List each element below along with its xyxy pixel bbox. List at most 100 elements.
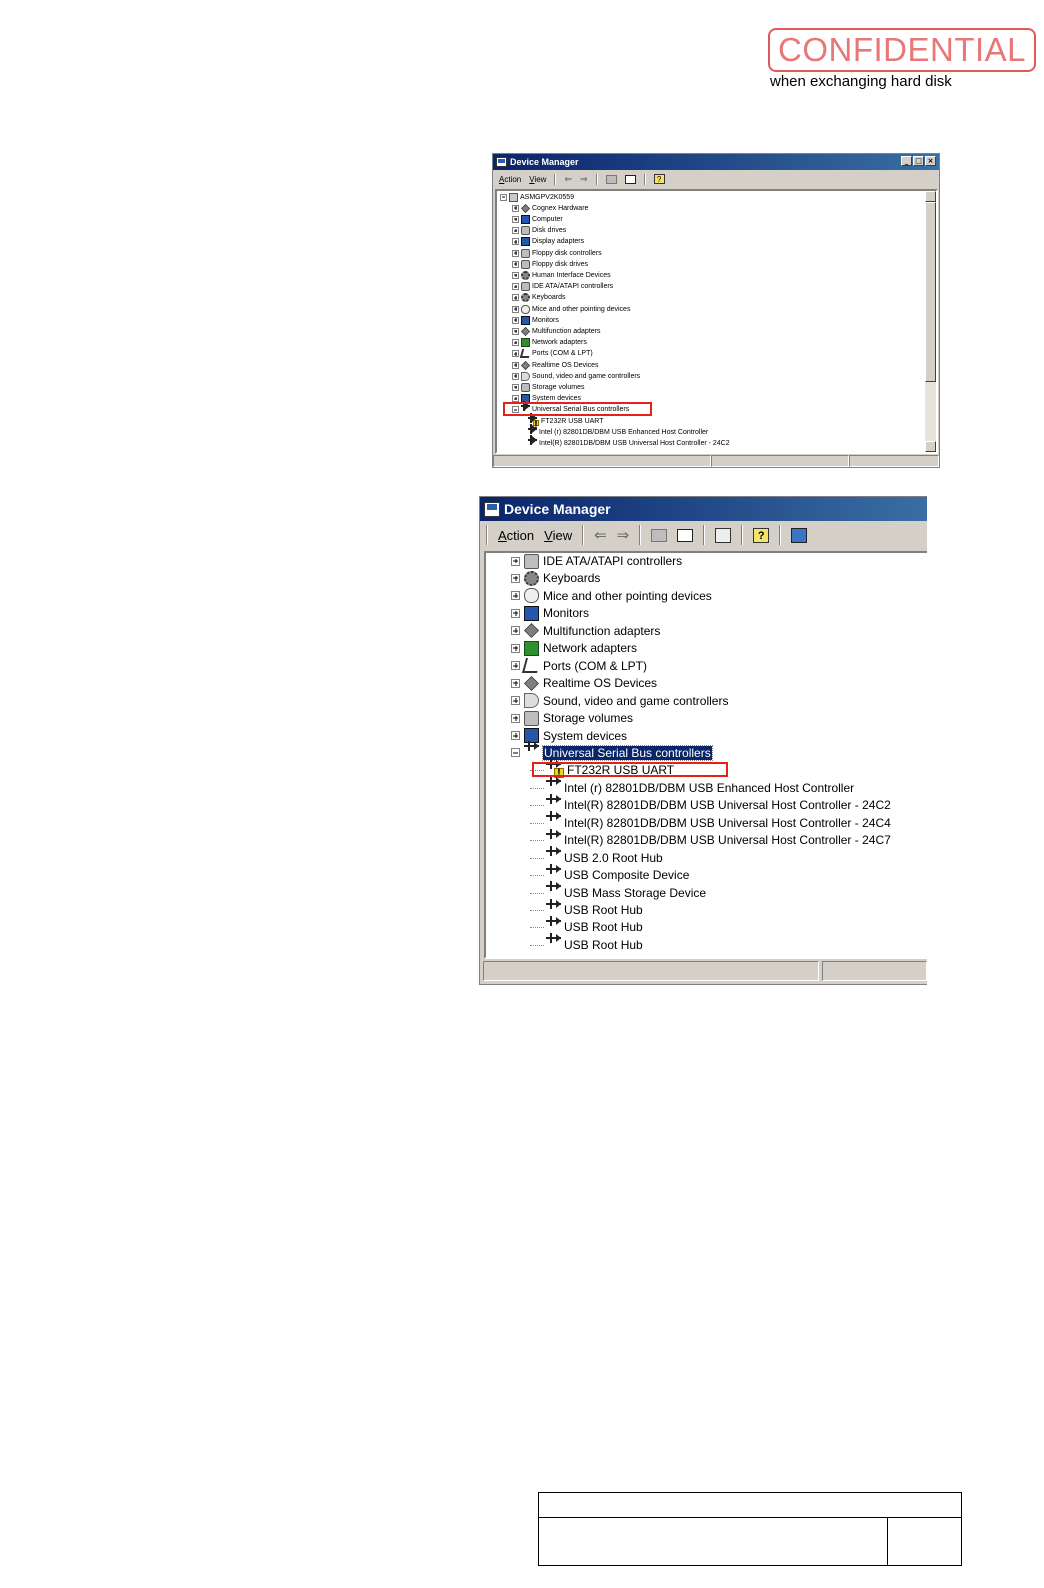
close-button[interactable]: × <box>925 156 936 166</box>
expand-icon[interactable] <box>512 327 519 335</box>
expand-icon[interactable] <box>512 227 519 235</box>
tree-item-display-adapters[interactable]: Display adapters <box>512 237 584 247</box>
tree-item-universal-serial-bus-controllers[interactable]: Universal Serial Bus controllers <box>511 741 713 761</box>
tree-item-storage-volumes[interactable]: Storage volumes <box>512 382 585 392</box>
tree-item-intel-r-82801db-dbm-usb-enhanced-host-controller[interactable]: Intel (r) 82801DB/DBM USB Enhanced Host … <box>530 776 854 796</box>
menu-view[interactable]: View <box>544 528 572 543</box>
tree-item-storage-volumes[interactable]: Storage volumes <box>511 710 633 726</box>
tree-root-computer[interactable]: ASMGPV2K0559 <box>500 192 574 202</box>
tree-item-monitors[interactable]: Monitors <box>511 605 589 621</box>
tree-item-realtime-os-devices[interactable]: Realtime OS Devices <box>511 675 657 691</box>
tree-item-usb-root-hub[interactable]: USB Root Hub <box>530 933 643 953</box>
expand-icon[interactable] <box>511 643 520 653</box>
forward-arrow-icon[interactable]: ⇒ <box>580 174 588 185</box>
vertical-scrollbar[interactable] <box>925 191 936 452</box>
tree-item-sound-video-and-game-controllers[interactable]: Sound, video and game controllers <box>512 371 640 381</box>
scroll-up-button[interactable] <box>925 191 936 202</box>
tree-item-keyboards[interactable]: Keyboards <box>512 293 565 303</box>
expand-icon[interactable] <box>511 556 520 566</box>
menu-action[interactable]: Action <box>499 175 521 184</box>
tree-item-intel-r-82801db-dbm-usb-universal-host-controller-24c4[interactable]: Intel(R) 82801DB/DBM USB Universal Host … <box>530 811 891 831</box>
expand-icon[interactable] <box>512 372 519 380</box>
tree-item-computer[interactable]: Computer <box>512 214 563 224</box>
tree-item-ports-com-lpt[interactable]: Ports (COM & LPT) <box>511 658 647 674</box>
tree-item-multifunction-adapters[interactable]: Multifunction adapters <box>512 326 600 336</box>
expand-icon[interactable] <box>512 339 519 347</box>
expand-icon[interactable] <box>512 204 519 212</box>
tree-item-ports-com-lpt[interactable]: Ports (COM & LPT) <box>512 349 593 359</box>
expand-icon[interactable] <box>512 215 519 223</box>
tree-item-mice-and-other-pointing-devices[interactable]: Mice and other pointing devices <box>511 588 712 604</box>
expand-icon[interactable] <box>511 696 520 706</box>
tree-item-floppy-disk-drives[interactable]: Floppy disk drives <box>512 259 588 269</box>
back-arrow-icon[interactable]: ⇐ <box>594 526 607 544</box>
expand-icon[interactable] <box>512 238 519 246</box>
forward-arrow-icon[interactable]: ⇒ <box>617 526 630 544</box>
tree-item-network-adapters[interactable]: Network adapters <box>512 338 587 348</box>
tree-item-sound-video-and-game-controllers[interactable]: Sound, video and game controllers <box>511 693 728 709</box>
expand-icon[interactable] <box>512 383 519 391</box>
expand-icon[interactable] <box>512 271 519 279</box>
device-tree-pane[interactable]: IDE ATA/ATAPI controllers Keyboards Mice a… <box>484 551 927 959</box>
tree-item-intel-r-82801db-dbm-usb-universal-host-controller-24c7[interactable]: Intel(R) 82801DB/DBM USB Universal Host … <box>530 828 891 848</box>
realtime-os-icon <box>524 675 539 691</box>
tree-item-usb-composite-device[interactable]: USB Composite Device <box>530 863 689 883</box>
expand-icon[interactable] <box>511 591 520 601</box>
tree-item-label: FT232R USB UART <box>541 417 604 425</box>
expand-icon[interactable] <box>512 249 519 257</box>
up-level-icon[interactable] <box>651 528 668 542</box>
tree-item-keyboards[interactable]: Keyboards <box>511 570 600 586</box>
help-icon[interactable]: ? <box>653 174 665 184</box>
scroll-thumb[interactable] <box>925 202 936 382</box>
expand-icon[interactable] <box>511 713 520 723</box>
tree-item-realtime-os-devices[interactable]: Realtime OS Devices <box>512 360 599 370</box>
scan-hardware-icon[interactable] <box>791 527 808 543</box>
tree-item-usb-mass-storage-device[interactable]: USB Mass Storage Device <box>530 881 706 901</box>
tree-item-intel-r-82801db-dbm-usb-enhanced-host-controller[interactable]: Intel (r) 82801DB/DBM USB Enhanced Host … <box>528 423 708 437</box>
tree-item-monitors[interactable]: Monitors <box>512 315 559 325</box>
expand-icon[interactable] <box>511 573 520 583</box>
tree-item-disk-drives[interactable]: Disk drives <box>512 226 566 236</box>
expand-icon[interactable] <box>512 305 519 313</box>
expand-icon[interactable] <box>512 294 519 302</box>
expand-icon[interactable] <box>511 608 520 618</box>
tree-item-usb-root-hub[interactable]: USB Root Hub <box>530 915 643 935</box>
menu-action[interactable]: Action <box>498 528 534 543</box>
tree-item-ide-ata-atapi-controllers[interactable]: IDE ATA/ATAPI controllers <box>512 282 613 292</box>
collapse-icon[interactable] <box>500 193 507 201</box>
help-icon[interactable]: ? <box>753 527 770 543</box>
tree-item-label: Computer <box>532 215 563 223</box>
tree-item-floppy-disk-controllers[interactable]: Floppy disk controllers <box>512 248 602 258</box>
back-arrow-icon[interactable]: ⇐ <box>564 174 572 185</box>
tree-item-network-adapters[interactable]: Network adapters <box>511 640 637 656</box>
maximize-button[interactable]: □ <box>913 156 924 166</box>
tree-item-human-interface-devices[interactable]: Human Interface Devices <box>512 270 611 280</box>
ide-icon <box>521 282 530 292</box>
tree-item-cognex-hardware[interactable]: Cognex Hardware <box>512 203 588 213</box>
tree-item-usb-root-hub[interactable]: USB Root Hub <box>530 898 643 918</box>
menu-view[interactable]: View <box>529 175 546 184</box>
collapse-icon[interactable] <box>511 748 520 758</box>
expand-icon[interactable] <box>511 626 520 636</box>
minimize-button[interactable]: _ <box>901 156 912 166</box>
tree-item-intel-r-82801db-dbm-usb-universal-host-controller-24c2[interactable]: Intel(R) 82801DB/DBM USB Universal Host … <box>528 434 730 448</box>
expand-icon[interactable] <box>512 316 519 324</box>
tree-item-mice-and-other-pointing-devices[interactable]: Mice and other pointing devices <box>512 304 630 314</box>
tree-item-intel-r-82801db-dbm-usb-universal-host-controller-24c2[interactable]: Intel(R) 82801DB/DBM USB Universal Host … <box>530 793 891 813</box>
expand-icon[interactable] <box>512 361 519 369</box>
tree-item-ide-ata-atapi-controllers[interactable]: IDE ATA/ATAPI controllers <box>511 553 682 569</box>
confidential-label: CONFIDENTIAL <box>777 31 1027 68</box>
up-level-icon[interactable] <box>605 174 617 184</box>
expand-icon[interactable] <box>512 283 519 291</box>
tree-item-ft232r-usb-uart[interactable]: FT232R USB UART <box>528 412 604 431</box>
scroll-down-button[interactable] <box>925 441 936 452</box>
expand-icon[interactable] <box>511 731 520 740</box>
expand-icon[interactable] <box>511 678 520 688</box>
tree-item-multifunction-adapters[interactable]: Multifunction adapters <box>511 623 660 639</box>
show-hide-tree-icon[interactable] <box>624 174 636 184</box>
expand-icon[interactable] <box>512 260 519 268</box>
expand-icon[interactable] <box>512 350 519 358</box>
properties-icon[interactable] <box>715 527 732 543</box>
show-hide-tree-icon[interactable] <box>677 528 694 542</box>
expand-icon[interactable] <box>511 661 520 671</box>
